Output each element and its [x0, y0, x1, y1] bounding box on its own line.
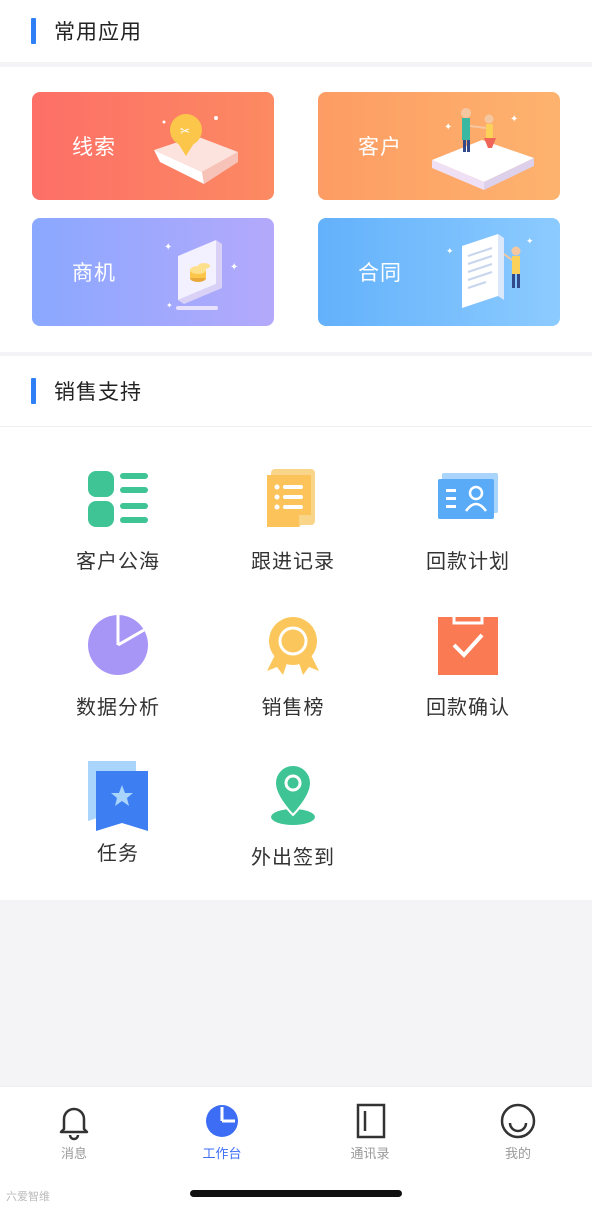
star-flag-icon [88, 761, 148, 831]
app-card-customers[interactable]: 客户 ✦ ✦ [318, 92, 560, 200]
tab-label: 通讯录 [350, 1147, 390, 1162]
home-indicator[interactable] [190, 1190, 402, 1197]
tile-payment-confirm[interactable]: 回款确认 [381, 613, 555, 753]
checkmark-board-icon [438, 617, 498, 675]
svg-text:✦: ✦ [526, 237, 534, 247]
svg-text:✦: ✦ [444, 122, 452, 133]
svg-text:✦: ✦ [230, 262, 238, 273]
sales-support-header: 销售支持 [0, 356, 592, 427]
tile-data-analysis[interactable]: 数据分析 [31, 613, 205, 753]
pie-chart-icon [88, 615, 148, 675]
dashboard-icon [206, 1105, 238, 1137]
customer-handshake-icon: ✦ ✦ [432, 108, 534, 190]
tile-check-in[interactable]: 外出签到 [206, 763, 380, 903]
notes-icon [267, 469, 315, 527]
common-apps-grid: 线索 ✂ 客户 ✦ ✦ 商机 ✦ ✦ ✦ 合同 ✦ ✦ [0, 67, 592, 352]
tile-label: 外出签到 [251, 845, 335, 869]
location-pin-icon [271, 763, 315, 825]
lead-location-icon: ✂ [154, 114, 238, 184]
tile-sales-ranking[interactable]: 销售榜 [206, 613, 380, 753]
tab-me[interactable]: 我的 [444, 1101, 592, 1162]
contract-document-icon: ✦ ✦ [446, 234, 534, 308]
tile-tasks[interactable]: 任务 [31, 759, 205, 899]
tab-label: 消息 [60, 1147, 87, 1162]
tile-label: 任务 [97, 841, 139, 865]
svg-text:✦: ✦ [510, 114, 518, 125]
tab-contacts[interactable]: 通讯录 [296, 1101, 444, 1162]
tab-messages[interactable]: 消息 [0, 1101, 148, 1162]
section-title: 常用应用 [54, 20, 142, 44]
svg-text:✦: ✦ [166, 301, 173, 310]
sales-support-grid: 客户公海 跟进记录 回款计划 数据分析 销售榜 回款确认 任务 外出签到 [0, 427, 592, 900]
section-accent-bar [31, 18, 36, 44]
medal-icon [267, 617, 319, 675]
watermark-text: 六爱智维 [6, 1190, 50, 1203]
app-card-contracts[interactable]: 合同 ✦ ✦ [318, 218, 560, 326]
app-card-label: 合同 [358, 261, 402, 285]
opportunity-coins-icon: ✦ ✦ ✦ [164, 240, 238, 310]
tab-workbench[interactable]: 工作台 [148, 1101, 296, 1162]
tab-label: 工作台 [202, 1147, 242, 1162]
tile-label: 销售榜 [261, 695, 325, 719]
grid-list-icon [88, 471, 148, 527]
svg-text:✦: ✦ [446, 247, 454, 257]
bell-icon [59, 1107, 89, 1141]
id-card-icon [438, 473, 498, 519]
section-accent-bar [31, 378, 36, 404]
app-card-opportunities[interactable]: 商机 ✦ ✦ ✦ [32, 218, 274, 326]
common-apps-header: 常用应用 [0, 0, 592, 62]
contacts-book-icon [356, 1103, 386, 1139]
section-title: 销售支持 [54, 380, 142, 404]
smiley-icon [500, 1103, 536, 1139]
tile-customer-pool[interactable]: 客户公海 [31, 467, 205, 607]
app-card-label: 线索 [72, 135, 116, 159]
tile-follow-up-records[interactable]: 跟进记录 [206, 467, 380, 607]
app-card-label: 商机 [72, 261, 116, 285]
tile-label: 客户公海 [76, 549, 160, 573]
svg-text:✂: ✂ [180, 124, 190, 138]
svg-text:✦: ✦ [164, 242, 172, 253]
tab-label: 我的 [504, 1147, 531, 1162]
tile-label: 回款计划 [426, 549, 510, 573]
tile-label: 回款确认 [426, 695, 510, 719]
app-card-leads[interactable]: 线索 ✂ [32, 92, 274, 200]
tile-label: 数据分析 [76, 695, 160, 719]
app-card-label: 客户 [358, 135, 402, 159]
tile-payment-plan[interactable]: 回款计划 [381, 467, 555, 607]
tile-label: 跟进记录 [251, 549, 335, 573]
